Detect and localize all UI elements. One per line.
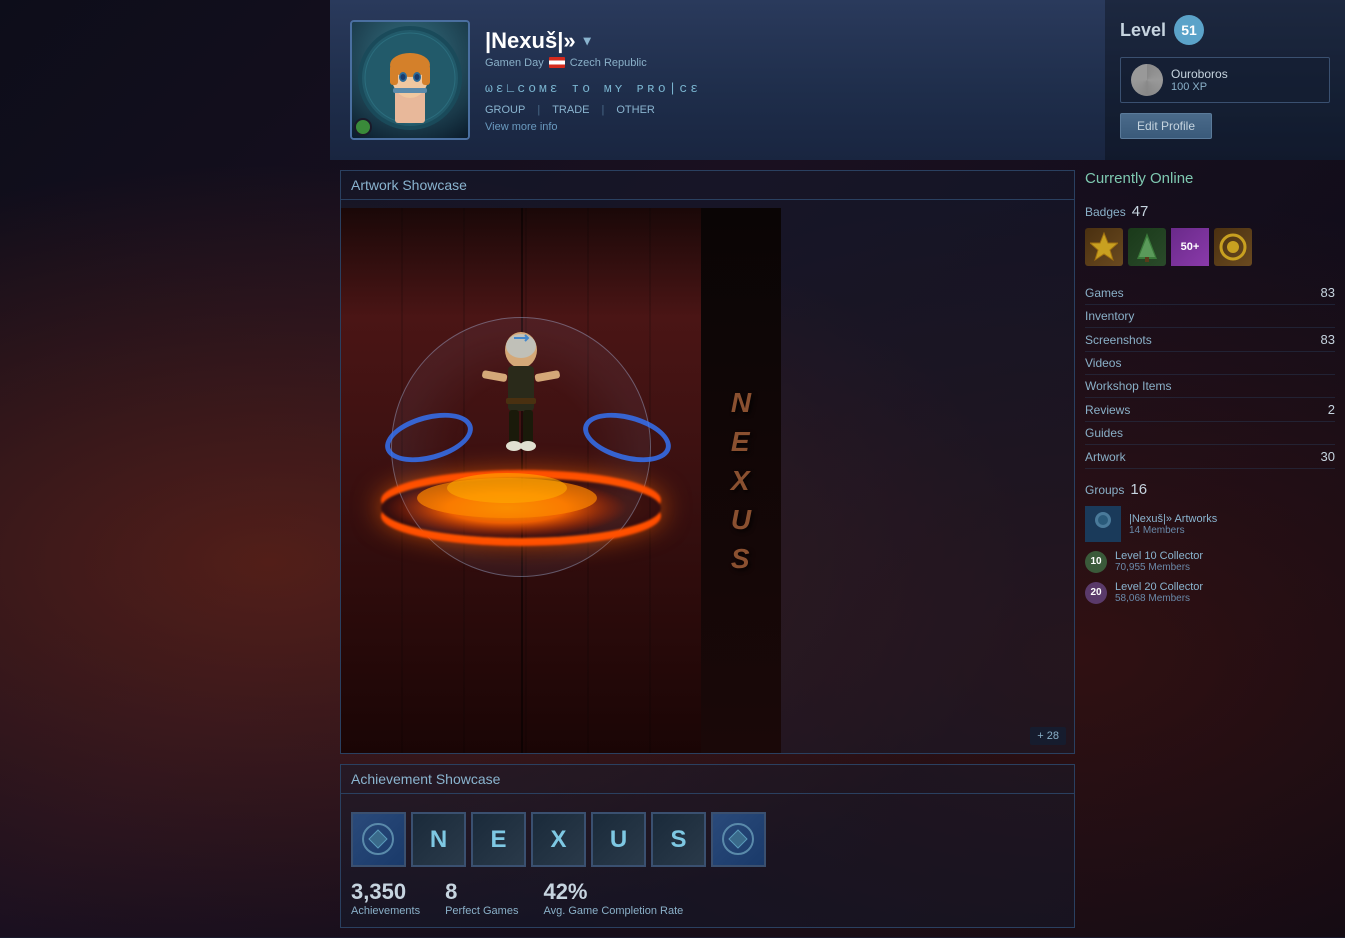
plus-more-button[interactable]: + 28 [1030,727,1066,745]
left-column: Artwork Showcase [340,170,1075,928]
achievement-x: X [531,812,586,867]
achievement-showcase: Achievement Showcase N [340,764,1075,928]
groups-header: Groups 16 [1085,481,1335,498]
xp-icon [1131,64,1163,96]
group-item-level10[interactable]: 10 Level 10 Collector 70,955 Members [1085,550,1335,573]
groups-section: Groups 16 |Nexuš|» Ar [1085,481,1335,604]
group-item-level20[interactable]: 20 Level 20 Collector 58,068 Members [1085,581,1335,604]
flag-icon [549,57,565,68]
stat-guides[interactable]: Guides [1085,422,1335,445]
badge-circle[interactable] [1214,228,1252,266]
nexus-s: S [731,539,751,578]
level-badge: 51 [1174,15,1204,45]
main-container: |Nexuš|» ▾ Gamen Day Czech Republic ωε∟ᴄ… [330,0,1345,937]
perfect-games-stat: 8 Perfect Games [445,879,518,917]
achievement-badge-left [351,812,406,867]
nexus-u: U [731,500,751,539]
stat-inventory[interactable]: Inventory [1085,305,1335,328]
stat-workshop[interactable]: Workshop Items [1085,375,1335,398]
right-column: Currently Online Badges 47 [1085,170,1335,928]
content-wrapper: Artwork Showcase [330,160,1345,938]
achievement-content: N E X U S [341,802,1074,927]
stat-screenshots[interactable]: Screenshots 83 [1085,328,1335,352]
flames-area [377,453,637,543]
avatar [350,20,470,140]
group-item-nexus-artworks[interactable]: |Nexuš|» Artworks 14 Members [1085,506,1335,542]
badges-icons: 50+ [1085,228,1335,266]
nexus-e: E [731,422,751,461]
profile-link-group[interactable]: GROUP [485,104,525,116]
nexus-text: N E X U S [731,383,751,579]
character [481,328,561,463]
achievement-showcase-header: Achievement Showcase [341,765,1074,794]
online-indicator [354,118,372,136]
group-level-badge-10: 10 [1085,551,1107,573]
badges-header: Badges 47 [1085,203,1335,220]
achievement-icons: N E X U S [351,812,1064,867]
level-label: Level [1120,20,1166,41]
profile-header: |Nexuš|» ▾ Gamen Day Czech Republic ωε∟ᴄ… [330,0,1345,160]
badge-gold[interactable] [1085,228,1123,266]
completion-rate-stat: 42% Avg. Game Completion Rate [543,879,683,917]
profile-dropdown-arrow[interactable]: ▾ [584,32,591,49]
artwork-showcase: Artwork Showcase [340,170,1075,754]
profile-link-other[interactable]: OTHER [616,104,655,116]
achievement-e: E [471,812,526,867]
stat-games[interactable]: Games 83 [1085,281,1335,305]
avatar-image [355,23,465,138]
artwork-content: N E X U S + 28 [341,208,1074,753]
stat-videos[interactable]: Videos [1085,352,1335,375]
badge-trees[interactable] [1128,228,1166,266]
level-display: Level 51 [1120,15,1330,45]
achievement-stats: 3,350 Achievements 8 Perfect Games 42% A… [351,879,1064,917]
xp-info: Ouroboros 100 XP [1171,67,1228,93]
achievements-total: 3,350 Achievements [351,879,420,917]
group-avatar-nexus [1085,506,1121,542]
achievement-u: U [591,812,646,867]
artwork-showcase-header: Artwork Showcase [341,171,1074,200]
achievement-s: S [651,812,706,867]
badge-50plus[interactable]: 50+ [1171,228,1209,266]
stat-artwork[interactable]: Artwork 30 [1085,445,1335,469]
group-info-level10: Level 10 Collector 70,955 Members [1115,550,1203,573]
profile-right: Level 51 Ouroboros 100 XP Edit Profile [1105,0,1345,160]
xp-value: 100 XP [1171,81,1228,93]
group-info-nexus: |Nexuš|» Artworks 14 Members [1129,513,1217,536]
nexus-n: N [731,383,751,422]
currently-online-header: Currently Online [1085,170,1335,191]
edit-profile-button[interactable]: Edit Profile [1120,113,1212,139]
achievement-badge-right [711,812,766,867]
stats-section: Games 83 Inventory Screenshots 83 Videos [1085,281,1335,469]
xp-display: Ouroboros 100 XP [1120,57,1330,103]
achievement-n: N [411,812,466,867]
bender-scene [341,208,701,753]
currently-online-section: Currently Online Badges 47 [1085,170,1335,604]
group-info-level20: Level 20 Collector 58,068 Members [1115,581,1203,604]
badges-section: Badges 47 [1085,203,1335,266]
artwork-main-image[interactable] [341,208,701,753]
profile-link-trade[interactable]: TRADE [552,104,589,116]
nexus-x: X [731,461,751,500]
artwork-side-panel: N E X U S [701,208,781,753]
group-level-badge-20: 20 [1085,582,1107,604]
xp-name: Ouroboros [1171,67,1228,81]
stat-reviews[interactable]: Reviews 2 [1085,398,1335,422]
